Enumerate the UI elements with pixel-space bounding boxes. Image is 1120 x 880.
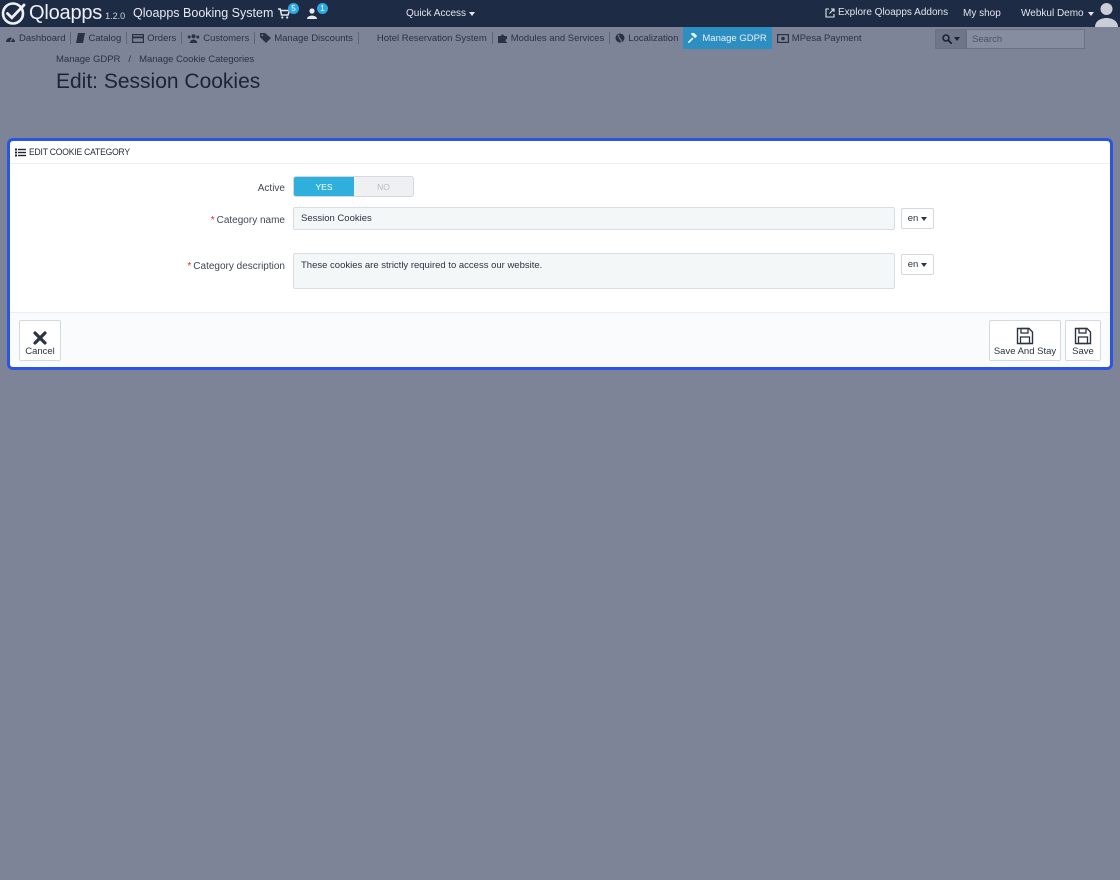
credit-card-icon	[132, 33, 145, 43]
category-description-label: * Category description	[187, 261, 285, 272]
logo-text: Qloapps	[29, 2, 103, 24]
cart-count-badge: 5	[288, 3, 299, 14]
page-title: Edit: Session Cookies	[56, 70, 261, 93]
active-no-option[interactable]: NO	[354, 177, 413, 196]
puzzle-icon	[497, 34, 507, 43]
category-name-input[interactable]: Session Cookies	[293, 207, 895, 230]
search-type-dropdown[interactable]	[935, 29, 966, 49]
menu-item-manage-gdpr[interactable]: Manage GDPR	[683, 27, 772, 49]
qloapps-logo[interactable]: Qloapps 1.2.0	[0, 0, 125, 27]
save-label: Save	[1072, 346, 1094, 357]
category-description-language-dropdown[interactable]: en	[901, 254, 934, 275]
menu-item-label: Catalog	[88, 32, 122, 44]
menu-item-label: MPesa Payment	[791, 32, 862, 44]
quick-access-dropdown[interactable]: Quick Access	[406, 8, 476, 19]
active-label: Active	[257, 183, 285, 194]
globe-icon	[615, 33, 625, 43]
breadcrumb-item-gdpr[interactable]: Manage GDPR	[56, 54, 120, 65]
language-code: en	[907, 259, 919, 270]
menu-item-orders[interactable]: Orders	[127, 27, 181, 49]
cancel-button[interactable]: Cancel	[19, 320, 61, 361]
category-name-label: * Category name	[211, 215, 285, 226]
explore-addons-link[interactable]: Explore Qloapps Addons	[825, 7, 948, 18]
close-icon	[33, 331, 47, 345]
money-icon	[776, 33, 789, 43]
menu-item-label: Modules and Services	[510, 32, 605, 44]
search-box	[935, 29, 1085, 49]
menu-item-label: Localization	[628, 32, 679, 44]
users-icon	[187, 33, 200, 43]
menu-item-label: Customers	[203, 32, 250, 44]
category-name-language-dropdown[interactable]: en	[901, 208, 934, 229]
explore-addons-label: Explore Qloapps Addons	[838, 7, 949, 18]
avatar-icon[interactable]	[1093, 0, 1120, 27]
floppy-disk-icon	[1074, 327, 1092, 345]
menu-item-label: Manage GDPR	[702, 32, 767, 44]
menu-item-hotel-reservation[interactable]: Hotel Reservation System	[359, 27, 492, 49]
search-input[interactable]	[966, 29, 1085, 49]
active-switch[interactable]: YES NO	[293, 176, 414, 197]
breadcrumb: Manage GDPR / Manage Cookie Categories	[56, 54, 254, 65]
menu-item-customers[interactable]: Customers	[182, 27, 254, 49]
cancel-label: Cancel	[25, 346, 55, 357]
version-label: 1.2.0	[105, 11, 126, 21]
save-and-stay-label: Save And Stay	[993, 346, 1057, 357]
gavel-icon	[688, 32, 698, 43]
breadcrumb-item-cookie-categories[interactable]: Manage Cookie Categories	[139, 54, 254, 65]
menu-item-label: Manage Discounts	[274, 32, 353, 44]
menu-item-dashboard[interactable]: Dashboard	[0, 27, 70, 49]
nav-area: Dashboard Catalog Orders Customers Manag…	[0, 27, 1120, 123]
menu-item-catalog[interactable]: Catalog	[71, 27, 126, 49]
chevron-down-icon	[921, 216, 928, 221]
menu-item-label: Orders	[147, 32, 177, 44]
menu-item-modules[interactable]: Modules and Services	[493, 27, 609, 49]
book-icon	[76, 33, 86, 43]
external-link-icon	[825, 7, 835, 18]
chevron-down-icon	[921, 262, 928, 267]
list-icon	[15, 148, 26, 156]
chevron-down-icon	[953, 37, 960, 41]
logo-check-icon	[1, 2, 26, 25]
customer-count-badge: 1	[317, 3, 328, 14]
category-description-label-text: Category description	[193, 261, 285, 272]
save-button[interactable]: Save	[1065, 320, 1101, 361]
active-yes-option[interactable]: YES	[294, 177, 354, 196]
panel-heading: EDIT COOKIE CATEGORY	[10, 141, 1110, 164]
floppy-disk-icon	[1016, 327, 1034, 345]
category-name-label-text: Category name	[216, 215, 285, 226]
menu-item-manage-discounts[interactable]: Manage Discounts	[255, 27, 358, 49]
menu-item-label: Hotel Reservation System	[376, 32, 487, 44]
required-mark: *	[210, 215, 215, 226]
breadcrumb-separator: /	[128, 54, 132, 65]
search-icon	[941, 34, 952, 44]
quick-access-label: Quick Access	[406, 8, 467, 19]
category-description-textarea[interactable]: These cookies are strictly required to a…	[293, 253, 895, 289]
panel-footer: Cancel Save And Stay Save	[10, 312, 1110, 367]
dashboard-icon	[6, 36, 15, 42]
shop-name[interactable]: Qloapps Booking System	[133, 6, 273, 20]
employee-name: Webkul Demo	[1021, 8, 1084, 19]
chevron-down-icon	[469, 11, 476, 16]
my-shop-link[interactable]: My shop	[963, 8, 1001, 19]
menu-item-localization[interactable]: Localization	[610, 27, 683, 49]
top-bar: Qloapps 1.2.0 Qloapps Booking System 5 1…	[0, 0, 1120, 27]
employee-menu[interactable]: Webkul Demo	[1021, 8, 1094, 19]
panel-title: EDIT COOKIE CATEGORY	[29, 146, 130, 158]
language-code: en	[907, 213, 919, 224]
customer-icon[interactable]	[307, 8, 317, 19]
menu-item-mpesa-payment[interactable]: MPesa Payment	[772, 27, 867, 49]
required-mark: *	[187, 261, 192, 272]
edit-cookie-category-panel: EDIT COOKIE CATEGORY Active YES NO * Cate…	[7, 138, 1113, 370]
save-and-stay-button[interactable]: Save And Stay	[989, 320, 1061, 361]
main-menu: Dashboard Catalog Orders Customers Manag…	[0, 27, 867, 49]
menu-item-label: Dashboard	[19, 32, 66, 44]
tags-icon	[260, 33, 272, 43]
